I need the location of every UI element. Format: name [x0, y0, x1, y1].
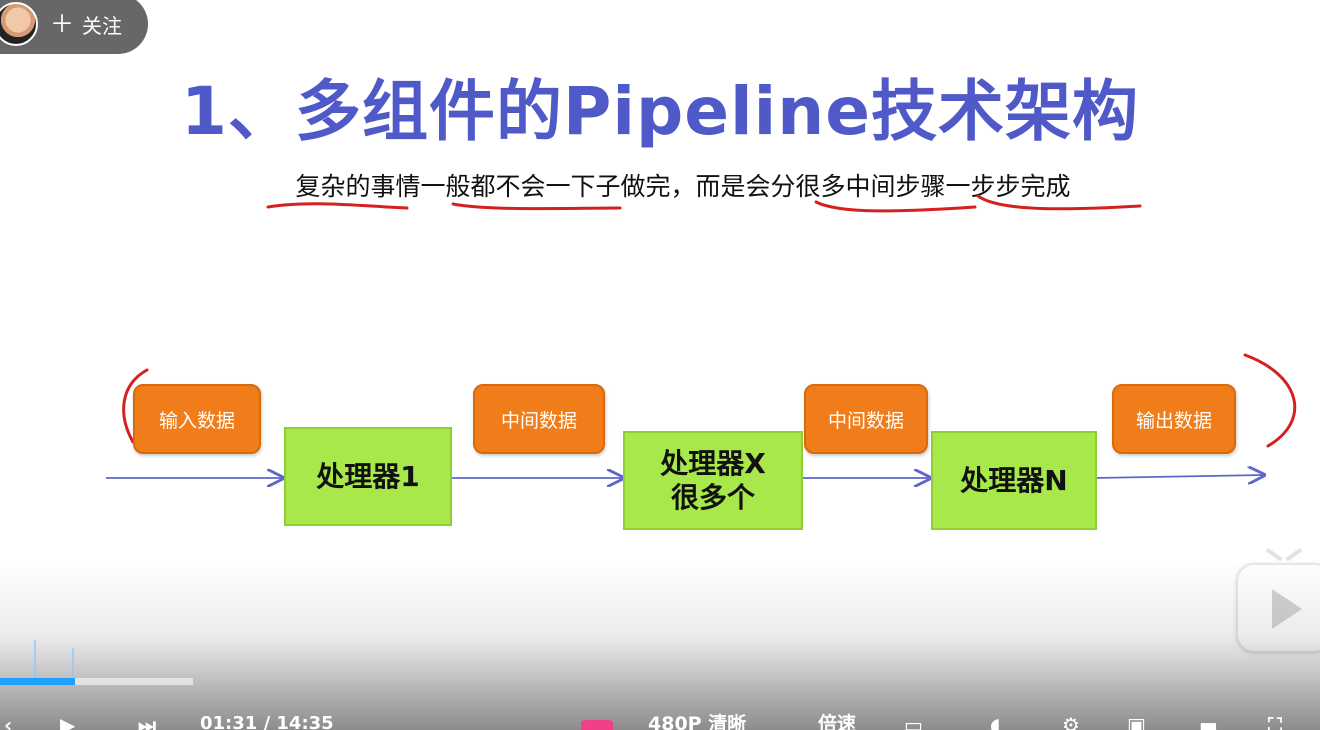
quality-selector[interactable]: 480P 清晰 — [648, 715, 746, 730]
subtitle-icon[interactable]: ▭ — [904, 715, 923, 730]
play-pause-icon[interactable]: ▶ — [60, 715, 75, 730]
speed-selector[interactable]: 倍速 — [818, 715, 856, 730]
output-data-box: 输出数据 — [1112, 384, 1236, 454]
processor-1-box: 处理器1 — [284, 427, 452, 526]
underline-annotation-2 — [451, 202, 622, 211]
bracket-annotation-right — [1243, 353, 1297, 448]
arrow-output — [1093, 475, 1264, 478]
danmaku-badge-icon[interactable] — [581, 720, 613, 730]
slide-subtitle: 复杂的事情一般都不会一下子做完，而是会分很多中间步骤一步步完成 — [295, 172, 1071, 201]
controls-gradient — [0, 560, 1320, 730]
uploader-avatar[interactable] — [0, 2, 38, 46]
plus-icon: ＋ — [50, 10, 74, 38]
video-player[interactable]: ＋ 关注 1、多组件的Pipeline技术架构 复杂的事情一般都不会一下子做完，… — [0, 0, 1320, 730]
progress-bar-fill — [0, 678, 76, 685]
follow-button[interactable]: ＋ 关注 — [0, 0, 148, 54]
progress-preview-marks — [34, 640, 76, 678]
intermediate-data-box-1: 中间数据 — [473, 384, 605, 454]
intermediate-data-box-2: 中间数据 — [804, 384, 928, 454]
control-bar: ‹ ▶ ⏭ 01:31 / 14:35 480P 清晰 倍速 ▭ ◖ ⚙ ▣ ▬… — [0, 712, 1320, 730]
processor-x-box: 处理器X 很多个 — [623, 431, 803, 530]
widescreen-icon[interactable]: ▬ — [1199, 715, 1218, 730]
processor-n-label: 处理器N — [960, 463, 1068, 497]
pip-icon[interactable]: ▣ — [1127, 715, 1146, 730]
processor-x-label: 处理器X — [660, 446, 766, 480]
slide-title: 1、多组件的Pipeline技术架构 — [181, 73, 1139, 150]
prev-icon[interactable]: ‹ — [4, 715, 12, 730]
follow-label: 关注 — [82, 13, 122, 38]
input-data-box: 输入数据 — [133, 384, 261, 454]
underline-annotation-3 — [814, 200, 977, 213]
settings-icon[interactable]: ⚙ — [1062, 715, 1080, 730]
underline-annotation-1 — [266, 202, 409, 210]
next-icon[interactable]: ⏭ — [138, 715, 156, 730]
time-display: 01:31 / 14:35 — [200, 713, 334, 730]
processor-n-box: 处理器N — [931, 431, 1097, 530]
processor-1-label: 处理器1 — [316, 459, 420, 493]
processor-x-note: 很多个 — [670, 480, 755, 514]
fullscreen-icon[interactable]: ⛶ — [1268, 715, 1282, 730]
volume-icon[interactable]: ◖ — [990, 715, 1001, 730]
progress-bar[interactable] — [0, 678, 193, 685]
